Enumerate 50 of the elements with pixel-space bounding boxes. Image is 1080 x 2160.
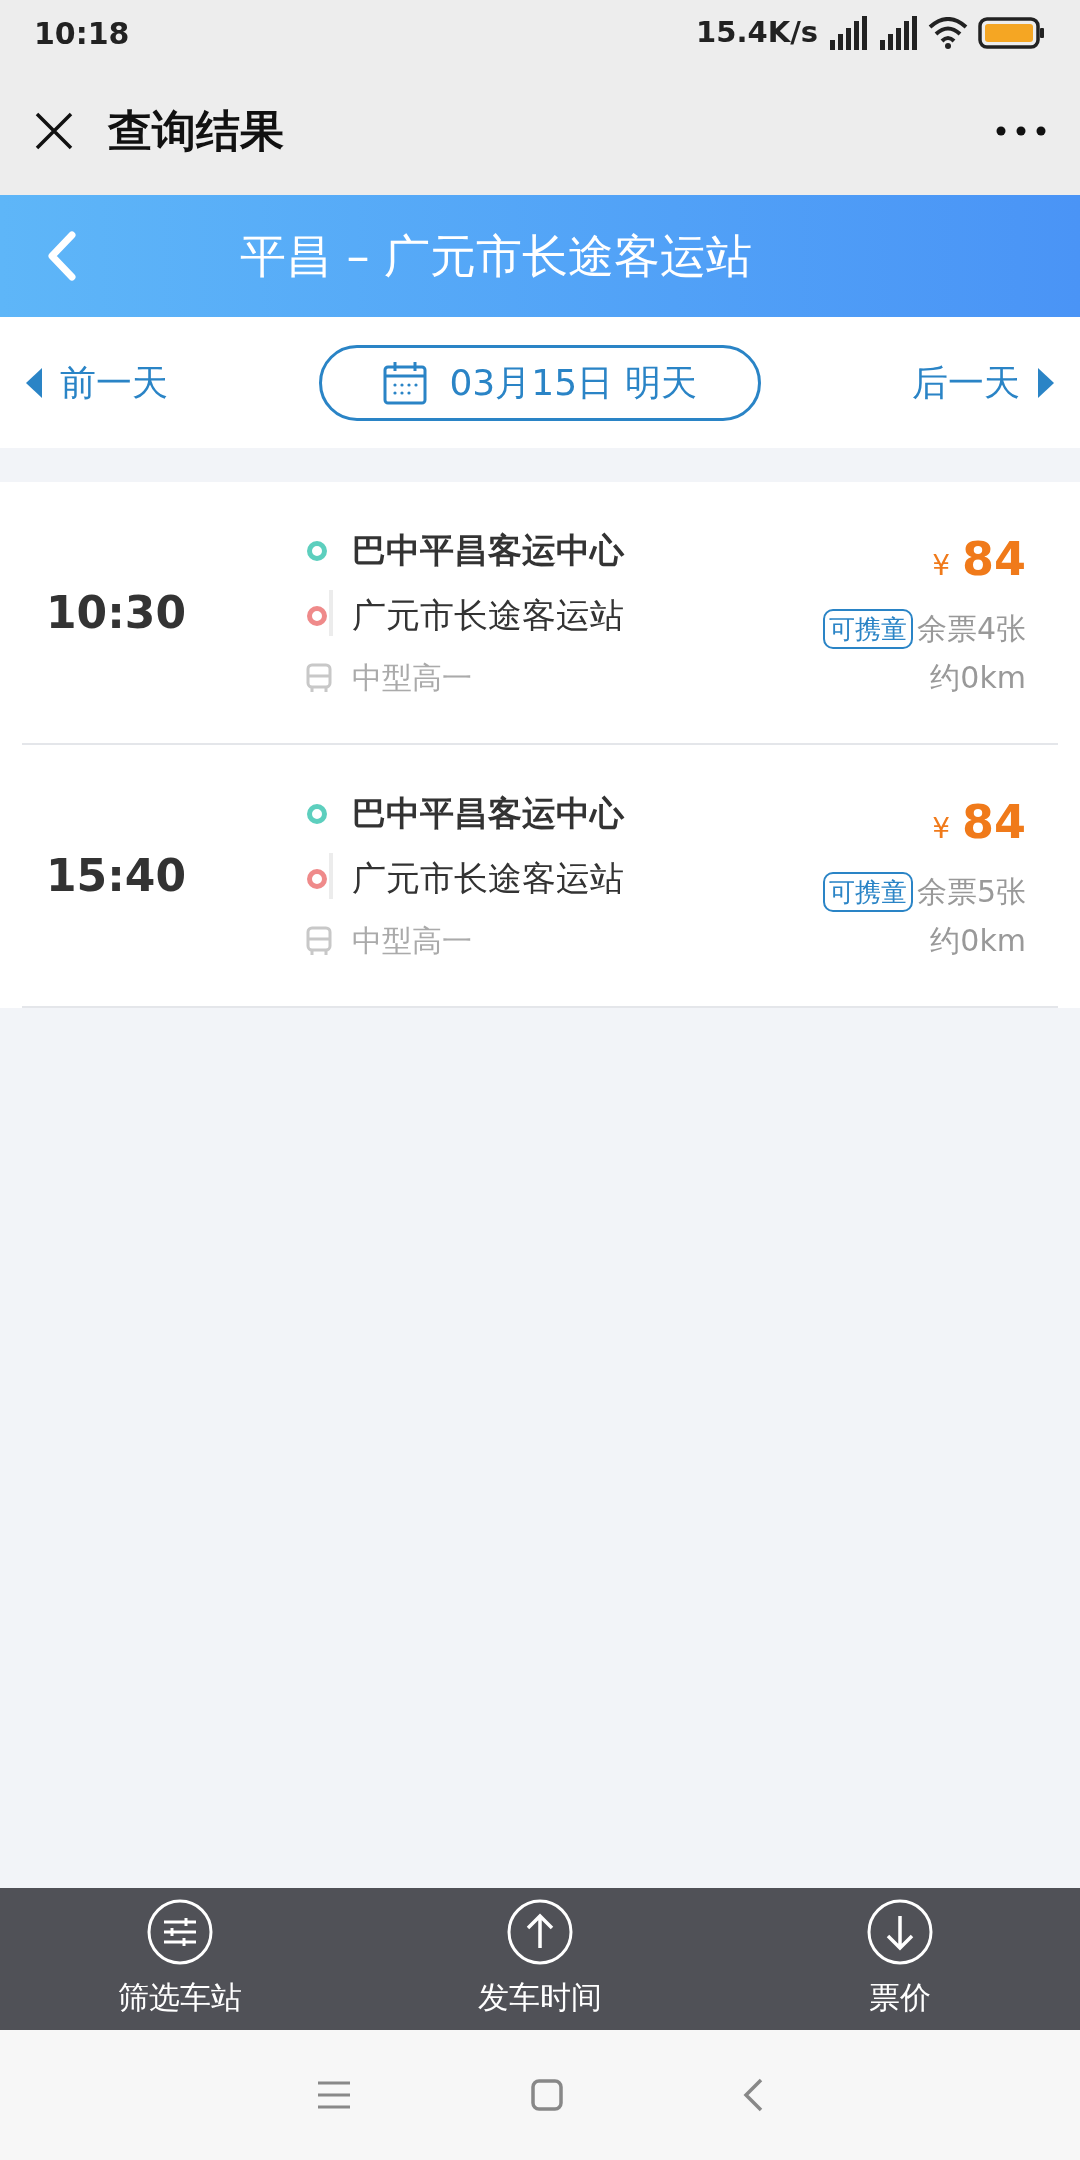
child-tag: 可携童: [822, 871, 913, 912]
trip-row[interactable]: 15:40 巴中平昌客运中心 广元市长途客运站 中型高一 ¥ 84 可携童 余票5张 约0km: [22, 745, 1058, 1008]
menu-icon[interactable]: [317, 2081, 351, 2109]
signal-icon: [828, 16, 868, 50]
departure-time-sort-button[interactable]: 发车时间: [360, 1888, 720, 2030]
price-sort-button[interactable]: 票价: [720, 1888, 1080, 2030]
close-icon[interactable]: [34, 110, 74, 151]
back-icon[interactable]: [46, 231, 76, 281]
back-icon[interactable]: [743, 2078, 763, 2112]
child-tag: 可携童: [822, 608, 913, 649]
destination-station: 广元市长途客运站: [352, 857, 624, 900]
departure-time: 15:40: [46, 848, 188, 903]
currency-symbol: ¥: [932, 548, 950, 584]
status-time: 10:18: [34, 14, 130, 53]
origin-station: 巴中平昌客运中心: [352, 792, 624, 835]
home-icon[interactable]: [531, 2079, 563, 2111]
destination-station: 广元市长途客运站: [352, 594, 624, 637]
calendar-icon: [383, 360, 428, 405]
trip-row[interactable]: 10:30 巴中平昌客运中心 广元市长途客运站 中型高一 ¥ 84 可携童 余票4张 约0km: [22, 482, 1058, 745]
origin-station: 巴中平昌客运中心: [352, 529, 624, 572]
more-icon[interactable]: [996, 125, 1046, 136]
origin-dot-icon: [306, 539, 328, 562]
right-triangle-icon: [1038, 367, 1054, 398]
filter-icon: [146, 1897, 214, 1966]
bus-type: 中型高一: [352, 659, 472, 697]
destination-dot-icon: [306, 604, 328, 627]
bus-type: 中型高一: [352, 922, 472, 960]
page-title: 查询结果: [108, 103, 284, 158]
distance: 约0km: [930, 922, 1026, 960]
departure-time: 10:30: [46, 585, 188, 640]
distance: 约0km: [930, 659, 1026, 697]
left-triangle-icon: [26, 367, 42, 398]
bus-icon: [306, 925, 332, 956]
previous-day-button[interactable]: 前一天: [26, 355, 168, 410]
signal-icon: [878, 16, 918, 50]
network-speed: 15.4K/s: [696, 14, 818, 52]
remaining-tickets: 余票5张: [916, 873, 1026, 911]
route-title: 平昌 – 广元市长途客运站: [240, 227, 753, 285]
destination-dot-icon: [306, 867, 328, 890]
wifi-icon: [928, 17, 968, 49]
ticket-price: 84: [962, 531, 1026, 588]
ticket-price: 84: [962, 794, 1026, 851]
next-day-button[interactable]: 后一天: [912, 355, 1054, 410]
currency-symbol: ¥: [932, 811, 950, 847]
filter-station-button[interactable]: 筛选车站: [0, 1888, 360, 2030]
origin-dot-icon: [306, 802, 328, 825]
remaining-tickets: 余票4张: [916, 610, 1026, 648]
date-picker[interactable]: 03月15日 明天: [319, 344, 761, 421]
bus-icon: [306, 662, 332, 693]
battery-icon: [978, 17, 1046, 49]
